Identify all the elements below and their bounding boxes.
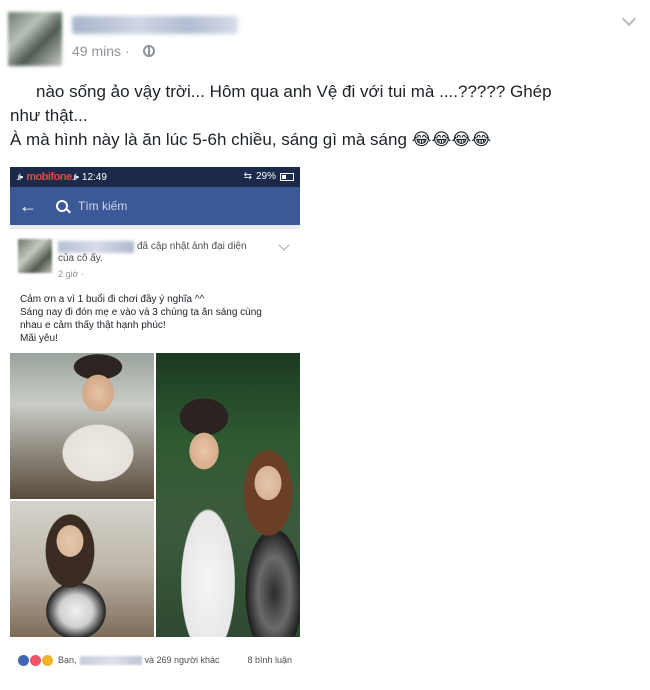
phone-clock: 12:49 [81,171,107,183]
like-icon [18,654,29,666]
post-text-line-3: À mà hình này là ăn lúc 5-6h chiều, sáng… [10,128,640,152]
inner-post-caption: Cảm ơn a vì 1 buổi đi chơi đầy ý nghĩa ^… [20,293,294,345]
post-header: 49 mins · [0,0,650,72]
carrier-name: mobifone [26,171,72,183]
caption-line-4: Mãi yêu! [20,333,58,344]
reactions-prefix: Bạn, [58,655,77,665]
laughing-emoji-icon: 😂😂😂😂 [411,130,492,149]
facebook-search-bar: ← Tìm kiếm [10,187,300,225]
battery-area: ⇆ 29% [244,171,294,182]
phone-status-bar: .ıl▪ mobifone .ıl▪ 12:49 ⇆ 29% [10,167,300,187]
reactions-bar: Bạn, và 269 người khác 8 bình luận [10,645,300,675]
embedded-phone-screenshot[interactable]: .ıl▪ mobifone .ıl▪ 12:49 ⇆ 29% ← Tìm kiế… [10,167,300,675]
avatar[interactable] [8,12,62,66]
inner-post-time: 2 giờ · [58,269,84,279]
post-text-line-3-text: À mà hình này là ăn lúc 5-6h chiều, sáng… [10,130,407,149]
reactions-suffix: và 269 người khác [144,655,220,665]
caption-line-3: nhau e cảm thấy thật hạnh phúc! [20,320,166,331]
post-body: nào sống ảo vậy trời... Hôm qua anh Vệ đ… [10,80,640,152]
photo-woman-with-ice-cream [10,501,154,637]
caption-line-1: Cảm ơn a vì 1 buổi đi chơi đầy ý nghĩa ^… [20,294,205,305]
signal-icon-2: .ıl▪ [71,172,79,182]
author-name-blurred[interactable] [72,16,238,34]
globe-icon [143,45,155,57]
caption-line-2: Sáng nay đi đón mẹ e vào và 3 chúng ta ă… [20,307,262,318]
chevron-down-icon[interactable] [622,14,636,28]
post-text-line-1: nào sống ảo vậy trời... Hôm qua anh Vệ đ… [36,82,552,101]
photo-collage [10,353,300,637]
inner-post-action: đã cập nhật ảnh đại diện [137,241,247,252]
reaction-names-blurred [79,655,142,665]
photo-man-at-table [10,353,154,499]
post-text-line-2: như thật... [10,106,88,125]
search-placeholder: Tìm kiếm [78,199,128,213]
back-arrow-icon: ← [19,195,37,216]
data-icon: ⇆ [243,171,252,182]
photo-couple [156,353,300,637]
battery-icon [280,172,294,181]
inner-avatar [18,239,52,273]
inner-post-action-line2: của cô ấy. [58,253,103,264]
love-icon [30,654,41,666]
inner-post-card: đã cập nhật ảnh đại diện của cô ấy. 2 gi… [10,229,300,675]
haha-icon [42,654,53,666]
search-icon [56,200,68,212]
battery-percent: 29% [255,171,276,182]
post-timestamp[interactable]: 49 mins · [72,43,130,59]
inner-author-blurred [58,241,134,253]
signal-icon: .ıl▪ [16,172,23,182]
comments-count: 8 bình luận [247,655,292,665]
